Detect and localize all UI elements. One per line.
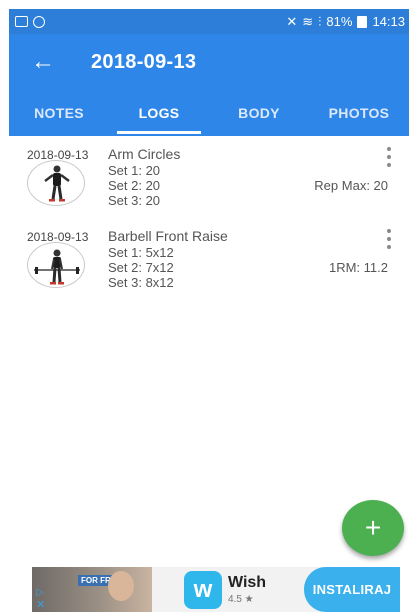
gallery-icon <box>15 16 28 27</box>
ad-banner[interactable]: FOR FREE ▷ ✕ w Wish 4.5 ★ INSTALIRAJ <box>32 567 400 612</box>
back-arrow-icon[interactable]: ← <box>21 48 65 76</box>
wish-logo: w <box>184 570 222 609</box>
tab-body[interactable]: BODY <box>209 90 309 136</box>
set-row: Set 3: 8x12 <box>108 275 174 290</box>
barbell-figure-icon <box>34 249 80 285</box>
add-log-button[interactable]: + <box>342 500 404 556</box>
ad-choices-icon[interactable]: ▷ <box>36 587 44 598</box>
ad-person-image <box>108 571 134 601</box>
more-vert-icon[interactable] <box>385 146 393 168</box>
status-left <box>15 15 45 28</box>
exercise-name: Barbell Front Raise <box>108 228 228 244</box>
set-row: Set 2: 20 <box>108 178 161 193</box>
tab-notes[interactable]: NOTES <box>9 90 109 136</box>
set-row: Set 1: 5x12 <box>108 245 174 260</box>
tab-logs[interactable]: LOGS <box>109 90 209 136</box>
wifi-icon: ≋ <box>302 13 314 29</box>
log-list-item[interactable]: 2018-09-13 Arm Circles Set 1: 20 Set 2: … <box>9 146 409 230</box>
ad-image[interactable]: FOR FREE ▷ ✕ <box>32 567 152 612</box>
more-vert-icon[interactable] <box>385 228 393 250</box>
exercise-thumbnail <box>27 242 85 288</box>
exercise-thumbnail <box>27 160 85 206</box>
rep-max-label: Rep Max: 20 <box>314 178 388 193</box>
battery-icon <box>357 15 368 28</box>
battery-percent: 81% <box>326 14 353 29</box>
tab-bar: NOTES LOGS BODY PHOTOS <box>9 90 409 136</box>
set-list: Set 1: 5x12 Set 2: 7x12 Set 3: 8x12 <box>108 245 174 290</box>
whatsapp-icon <box>33 15 45 28</box>
set-row: Set 2: 7x12 <box>108 260 174 275</box>
set-row: Set 1: 20 <box>108 163 161 178</box>
one-rep-max-label: 1RM: 11.2 <box>328 260 388 275</box>
page-title: 2018-09-13 <box>91 50 197 73</box>
arm-circles-figure-icon <box>44 165 70 202</box>
log-list-item[interactable]: 2018-09-13 Barbell Front Raise Set 1: 5x… <box>9 228 409 312</box>
tab-photos[interactable]: PHOTOS <box>309 90 409 136</box>
exercise-name: Arm Circles <box>108 146 181 162</box>
app-bar: ← 2018-09-13 <box>9 34 409 90</box>
set-row: Set 3: 20 <box>108 193 161 208</box>
ad-app-name: Wish <box>228 574 267 591</box>
app-screen: ✕ ≋ ⫶ 81% 14:13 ← 2018-09-13 NOTES LOGS … <box>0 0 409 612</box>
set-list: Set 1: 20 Set 2: 20 Set 3: 20 <box>108 163 160 208</box>
mute-icon: ✕ <box>286 13 298 29</box>
ad-close-icon[interactable]: ✕ <box>36 598 45 611</box>
status-bar: ✕ ≋ ⫶ 81% 14:13 <box>9 9 409 34</box>
install-button[interactable]: INSTALIRAJ <box>304 567 400 612</box>
status-right: ✕ ≋ ⫶ 81% 14:13 <box>286 14 405 30</box>
ad-app-rating: 4.5 ★ <box>228 594 254 605</box>
signal-icon: ⫶ <box>318 13 322 29</box>
ad-app-info: Wish 4.5 ★ <box>228 574 266 605</box>
clock: 14:13 <box>372 14 405 29</box>
